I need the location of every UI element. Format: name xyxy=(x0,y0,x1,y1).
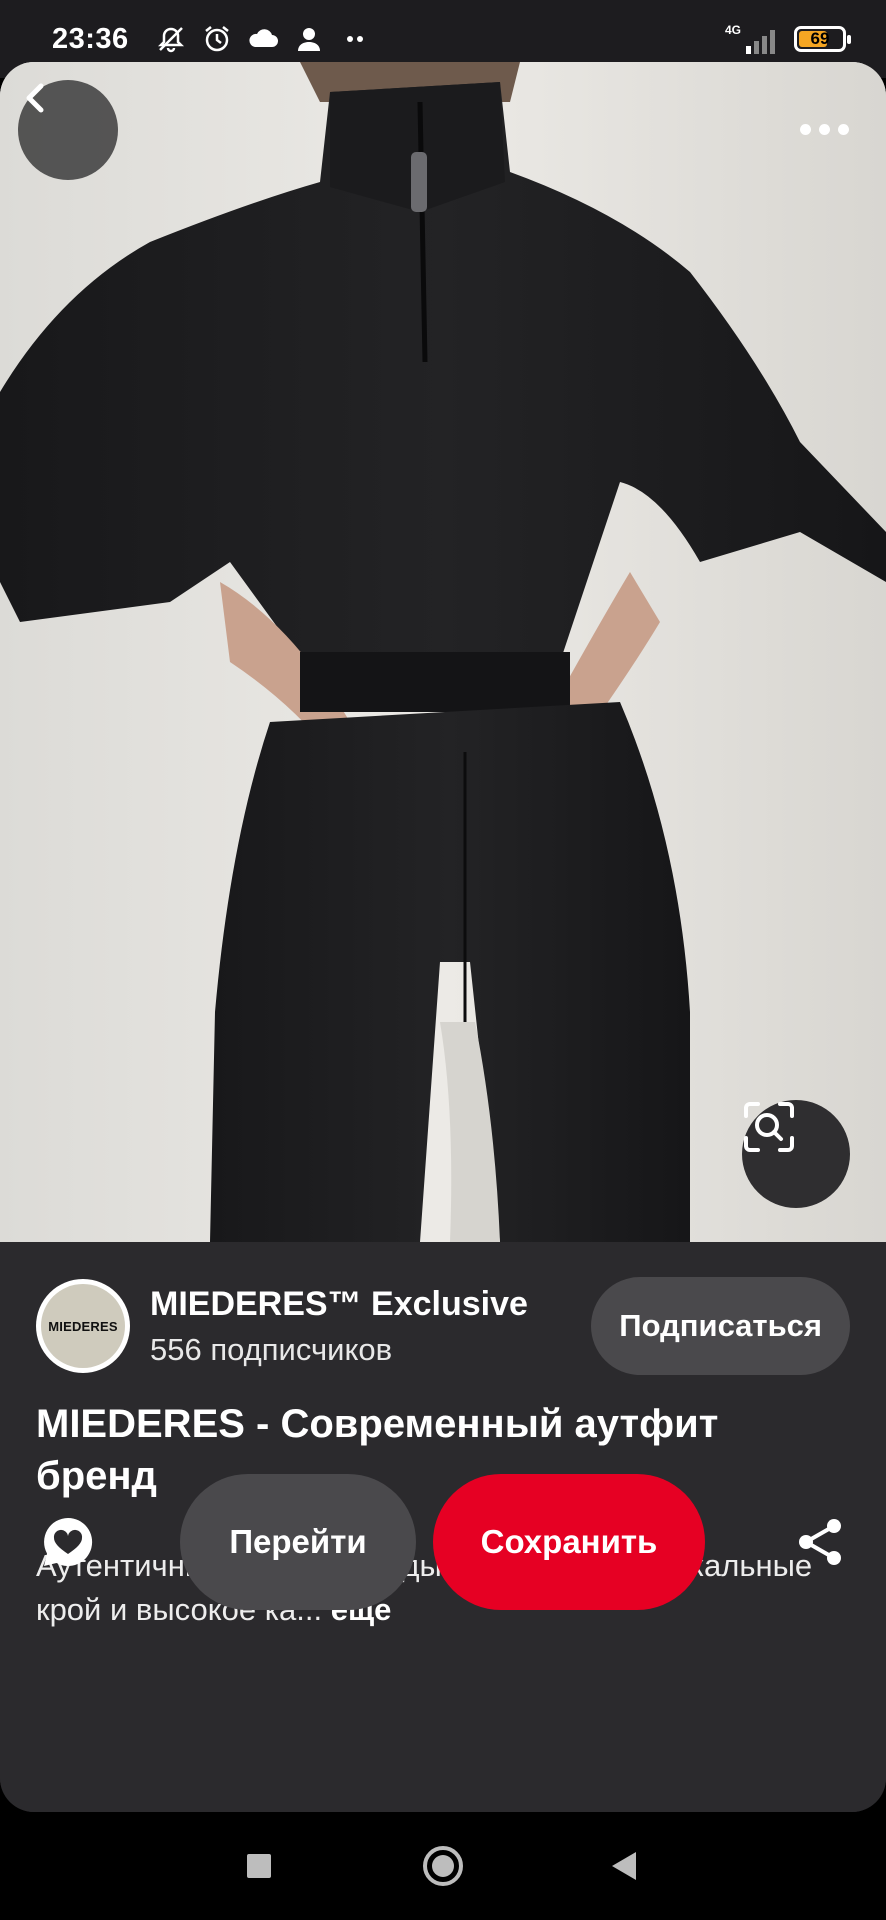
pin-image[interactable] xyxy=(0,62,886,1242)
network-type: 4G xyxy=(724,23,741,37)
alarm-icon xyxy=(201,23,233,55)
outfit-photo xyxy=(0,62,886,1242)
chevron-left-icon xyxy=(26,83,44,113)
creator-info[interactable]: MIEDERES™ Exclusive 556 подписчиков xyxy=(150,1285,528,1368)
home-circle-icon xyxy=(423,1846,463,1886)
signal-icon: 4G xyxy=(725,24,780,54)
visit-button[interactable]: Перейти xyxy=(180,1474,416,1610)
ellipsis-icon xyxy=(799,123,811,135)
recents-button[interactable] xyxy=(231,1838,287,1894)
share-button[interactable] xyxy=(780,1502,860,1582)
avatar-logo: MIEDERES xyxy=(41,1284,125,1368)
visual-search-button[interactable] xyxy=(742,1100,850,1208)
subscribe-button[interactable]: Подписаться xyxy=(591,1277,850,1375)
creator-name[interactable]: MIEDERES™ Exclusive xyxy=(150,1285,528,1324)
battery-level: 69 xyxy=(810,29,830,48)
heart-bubble-icon xyxy=(44,1517,93,1566)
home-button[interactable] xyxy=(415,1838,471,1894)
creator-row: MIEDERES MIEDERES™ Exclusive 556 подписч… xyxy=(36,1277,850,1375)
back-nav-button[interactable] xyxy=(596,1838,652,1894)
share-icon xyxy=(799,1519,841,1565)
lens-search-icon xyxy=(744,1102,794,1152)
square-icon xyxy=(247,1854,271,1878)
battery-icon: 69 xyxy=(794,26,851,52)
mute-icon xyxy=(155,23,187,55)
pin-card: MIEDERES MIEDERES™ Exclusive 556 подписч… xyxy=(0,62,886,1812)
status-icons-right: 4G 69 xyxy=(725,24,851,54)
react-button[interactable] xyxy=(28,1502,108,1582)
save-button[interactable]: Сохранить xyxy=(433,1474,705,1610)
more-options-button[interactable] xyxy=(782,112,866,146)
status-time: 23:36 xyxy=(52,22,129,55)
system-nav-bar xyxy=(0,1812,886,1920)
person-icon xyxy=(293,23,325,55)
triangle-back-icon xyxy=(612,1852,636,1880)
action-bar: Перейти Сохранить xyxy=(0,1474,886,1610)
back-button[interactable] xyxy=(18,80,118,180)
creator-avatar[interactable]: MIEDERES xyxy=(36,1279,130,1373)
status-icons-left xyxy=(155,23,371,55)
dots-icon xyxy=(339,23,371,55)
screen: 23:36 4G 69 MIEDERES MIEDERES™ Exclusive… xyxy=(0,0,886,1920)
cloud-icon xyxy=(247,23,279,55)
creator-followers: 556 подписчиков xyxy=(150,1331,393,1367)
